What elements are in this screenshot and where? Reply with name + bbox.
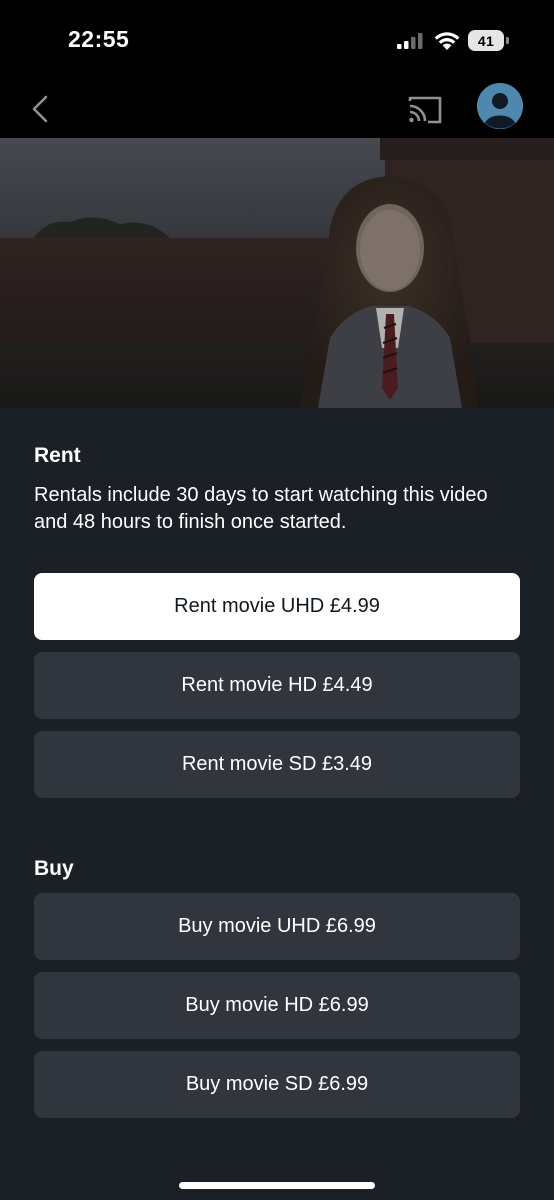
battery-cap: [506, 37, 509, 44]
nav-bar: [0, 83, 554, 138]
rent-section-title: Rent: [34, 444, 81, 467]
buy-hd-button[interactable]: Buy movie HD £6.99: [34, 972, 520, 1039]
rent-hd-button[interactable]: Rent movie HD £4.49: [34, 652, 520, 719]
buy-sd-button[interactable]: Buy movie SD £6.99: [34, 1051, 520, 1118]
buy-section-title: Buy: [34, 857, 74, 880]
status-bar: 22:55 41: [0, 0, 554, 85]
signal-icon: [397, 33, 423, 49]
movie-hero-image: [0, 138, 554, 408]
rent-sd-button[interactable]: Rent movie SD £3.49: [34, 731, 520, 798]
buy-uhd-button[interactable]: Buy movie UHD £6.99: [34, 893, 520, 960]
wifi-icon: [434, 32, 460, 50]
back-icon[interactable]: [22, 90, 58, 128]
home-indicator[interactable]: [179, 1182, 375, 1189]
profile-avatar-icon[interactable]: [477, 83, 523, 129]
battery-level: 41: [477, 32, 495, 49]
battery-icon: 41: [468, 30, 504, 51]
cast-icon[interactable]: [404, 89, 444, 129]
rent-description: Rentals include 30 days to start watchin…: [34, 484, 488, 533]
purchase-options-sheet: Rent Rentals include 30 days to start wa…: [0, 408, 554, 1200]
rent-uhd-button[interactable]: Rent movie UHD £4.99: [34, 573, 520, 640]
status-time: 22:55: [68, 26, 130, 52]
